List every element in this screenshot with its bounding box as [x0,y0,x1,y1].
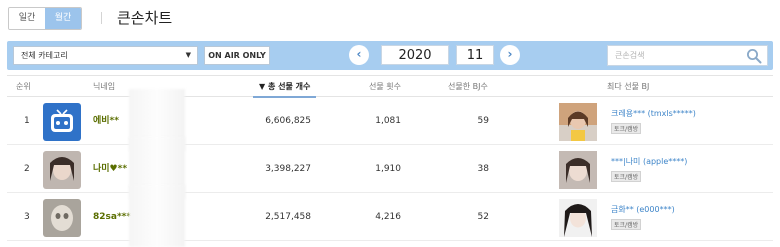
divider [101,12,102,24]
user-photo-image [43,199,81,237]
top-bj-link[interactable]: ***|나미 (apple****) [611,156,687,167]
gift-count-value: 1,081 [375,116,401,126]
filter-bar: 전체 카테고리 ▼ ON AIR ONLY ‹ 2020 11 › [7,41,773,70]
rank-value: 1 [24,116,30,126]
bj-thumbnail[interactable] [559,199,597,237]
tv-logo-icon [43,103,81,141]
gift-count-value: 1,910 [375,164,401,174]
chevron-right-icon: › [507,47,513,61]
month-display[interactable]: 11 [456,45,494,65]
column-top-bj: 최다 선물 BJ [607,82,650,91]
top-bj-link[interactable]: 크레용*** (tmxls*****) [611,108,696,119]
search-input[interactable] [607,45,768,66]
column-bj-count[interactable]: 선물한 BJ수 [448,76,488,97]
bj-thumbnail[interactable] [559,151,597,189]
column-rank: 순위 [16,82,31,91]
rank-value: 2 [24,164,30,174]
tab-daily[interactable]: 일간 [9,8,45,29]
nickname[interactable]: 에비** [93,97,119,145]
column-gift-count[interactable]: 선물 횟수 [369,76,401,97]
column-total-gifts[interactable]: ▼ 총 선물 개수 [252,76,317,98]
chevron-left-icon: ‹ [356,47,362,61]
avatar[interactable] [43,151,81,189]
bj-photo-image [559,151,597,189]
nickname[interactable]: 82sa*** [93,193,131,241]
next-month-button[interactable]: › [500,45,520,65]
total-gifts-value: 6,606,825 [265,116,311,126]
blurred-area [129,185,185,247]
table-row[interactable]: 1 에비** 6,606,825 1,081 59 크레용*** (tmxls*… [7,89,773,151]
bj-count-value: 59 [477,116,489,126]
prev-month-button[interactable]: ‹ [349,45,369,65]
column-nickname: 닉네임 [93,82,116,91]
total-gifts-value: 2,517,458 [265,212,311,222]
page-header: 일간 월간 큰손차트 [0,0,780,40]
bj-photo-image [559,103,597,141]
rank-value: 3 [24,212,30,222]
onair-only-button[interactable]: ON AIR ONLY [204,46,270,65]
ranking-table: 순위 닉네임 ▼ 총 선물 개수 선물 횟수 선물한 BJ수 최다 선물 BJ … [7,75,773,247]
nickname[interactable]: 나미♥** [93,145,127,193]
caret-down-icon: ▼ [185,51,191,59]
category-badge: 토크/캠방 [611,123,642,134]
year-display[interactable]: 2020 [381,45,449,65]
bj-thumbnail[interactable] [559,103,597,141]
bj-photo-image [559,199,597,237]
search-icon[interactable] [746,48,762,64]
user-photo-image [43,151,81,189]
avatar[interactable] [43,103,81,141]
page-title: 큰손차트 [117,9,173,27]
category-badge: 토크/캠방 [611,219,642,230]
gift-count-value: 4,216 [375,212,401,222]
table-row[interactable]: 3 82sa*** 2,517,458 4,216 52 금화** (e000*… [7,185,773,247]
period-toggle: 일간 월간 [8,7,82,30]
table-header: 순위 닉네임 ▼ 총 선물 개수 선물 횟수 선물한 BJ수 최다 선물 BJ [7,76,773,98]
category-select[interactable]: 전체 카테고리 ▼ [13,46,198,65]
category-select-value: 전체 카테고리 [21,51,68,60]
total-gifts-value: 3,398,227 [265,164,311,174]
table-row[interactable]: 2 나미♥** 3,398,227 1,910 38 ***|나미 (apple… [7,137,773,199]
category-badge: 토크/캠방 [611,171,642,182]
top-bj-link[interactable]: 금화** (e000***) [611,204,675,215]
avatar[interactable] [43,199,81,237]
bj-count-value: 52 [477,212,489,222]
bj-count-value: 38 [477,164,489,174]
tab-monthly[interactable]: 월간 [45,8,81,29]
